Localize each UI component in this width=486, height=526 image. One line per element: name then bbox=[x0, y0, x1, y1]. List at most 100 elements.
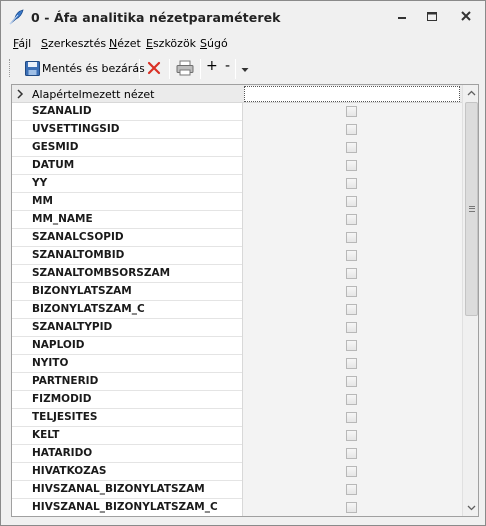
menu-edit[interactable]: Szerkesztés bbox=[41, 37, 106, 50]
visibility-checkbox[interactable] bbox=[346, 196, 357, 207]
visibility-checkbox[interactable] bbox=[346, 124, 357, 135]
visibility-checkbox[interactable] bbox=[346, 502, 357, 513]
menu-help[interactable]: Súgó bbox=[200, 37, 228, 50]
field-name: YY bbox=[12, 175, 243, 193]
scroll-up-arrow-icon[interactable] bbox=[463, 85, 479, 102]
visibility-checkbox[interactable] bbox=[346, 484, 357, 495]
visibility-checkbox[interactable] bbox=[346, 376, 357, 387]
grid-row[interactable]: GESMID bbox=[12, 139, 462, 157]
grid-row[interactable]: HIVSZANAL_BIZONYLATSZAM bbox=[12, 481, 462, 499]
grid-row[interactable]: SZANALTOMBSORSZAM bbox=[12, 265, 462, 283]
visibility-checkbox[interactable] bbox=[346, 394, 357, 405]
toolbar-separator bbox=[200, 59, 201, 79]
title-bar[interactable]: 0 - Áfa analitika nézetparaméterek bbox=[1, 1, 485, 33]
default-view-value[interactable] bbox=[244, 86, 460, 102]
visibility-checkbox[interactable] bbox=[346, 268, 357, 279]
menu-tools[interactable]: Eszközök bbox=[146, 37, 196, 50]
grid-row[interactable]: HIVSZANAL_BIZONYLATSZAM_C bbox=[12, 499, 462, 516]
visibility-checkbox[interactable] bbox=[346, 322, 357, 333]
remove-button[interactable]: - bbox=[225, 58, 230, 74]
field-value-cell bbox=[243, 193, 462, 211]
grid-row[interactable]: UVSETTINGSID bbox=[12, 121, 462, 139]
visibility-checkbox[interactable] bbox=[346, 106, 357, 117]
field-value-cell bbox=[243, 283, 462, 301]
grid-row[interactable]: BIZONYLATSZAM_C bbox=[12, 301, 462, 319]
toolbar-separator bbox=[139, 59, 140, 79]
visibility-checkbox[interactable] bbox=[346, 448, 357, 459]
grid-row[interactable]: SZANALTYPID bbox=[12, 319, 462, 337]
field-name: DATUM bbox=[12, 157, 243, 175]
chevron-down-icon[interactable] bbox=[238, 59, 252, 79]
field-value-cell bbox=[243, 319, 462, 337]
field-name: SZANALTOMBSORSZAM bbox=[12, 265, 243, 283]
grid-row[interactable]: NAPLOID bbox=[12, 337, 462, 355]
visibility-checkbox[interactable] bbox=[346, 466, 357, 477]
printer-icon[interactable] bbox=[176, 60, 194, 76]
toolbar-grip[interactable] bbox=[9, 59, 12, 77]
red-x-delete-icon[interactable] bbox=[146, 60, 162, 76]
grid-row[interactable]: SZANALID bbox=[12, 103, 462, 121]
grid-row[interactable]: DATUM bbox=[12, 157, 462, 175]
field-value-cell bbox=[243, 337, 462, 355]
grid-row[interactable]: NYITO bbox=[12, 355, 462, 373]
field-name: GESMID bbox=[12, 139, 243, 157]
field-value-cell bbox=[243, 175, 462, 193]
field-value-cell bbox=[243, 211, 462, 229]
chevron-right-icon[interactable] bbox=[15, 88, 25, 100]
floppy-disk-icon[interactable] bbox=[25, 61, 40, 76]
grid-row[interactable]: SZANALCSOPID bbox=[12, 229, 462, 247]
field-value-cell bbox=[243, 247, 462, 265]
vertical-scrollbar[interactable] bbox=[462, 85, 479, 516]
field-name: HIVSZANAL_BIZONYLATSZAM_C bbox=[12, 499, 243, 516]
visibility-checkbox[interactable] bbox=[346, 430, 357, 441]
visibility-checkbox[interactable] bbox=[346, 358, 357, 369]
property-grid: Alapértelmezett nézet SZANALID UVSETTINGS… bbox=[11, 84, 479, 517]
add-button[interactable]: + bbox=[206, 58, 218, 74]
save-and-close-button[interactable]: Mentés és bezárás bbox=[42, 62, 145, 75]
feather-pen-icon bbox=[9, 9, 24, 25]
grid-row[interactable]: PARTNERID bbox=[12, 373, 462, 391]
field-name: TELJESITES bbox=[12, 409, 243, 427]
scrollbar-thumb[interactable] bbox=[465, 102, 478, 316]
menu-file[interactable]: Fájl bbox=[13, 37, 31, 50]
grid-row[interactable]: YY bbox=[12, 175, 462, 193]
close-icon[interactable] bbox=[453, 7, 479, 27]
maximize-icon[interactable] bbox=[419, 7, 445, 27]
window-title: 0 - Áfa analitika nézetparaméterek bbox=[31, 10, 281, 25]
field-name: NAPLOID bbox=[12, 337, 243, 355]
grid-row[interactable]: HIVATKOZAS bbox=[12, 463, 462, 481]
grid-rows: SZANALID UVSETTINGSID GESMID DATUM YY MM MM_NA… bbox=[12, 103, 462, 516]
toolbar-separator bbox=[235, 59, 236, 79]
field-value-cell bbox=[243, 445, 462, 463]
visibility-checkbox[interactable] bbox=[346, 214, 357, 225]
visibility-checkbox[interactable] bbox=[346, 250, 357, 261]
scroll-down-arrow-icon[interactable] bbox=[463, 499, 479, 516]
grid-header-row[interactable]: Alapértelmezett nézet bbox=[12, 85, 462, 103]
grid-row[interactable]: SZANALTOMBID bbox=[12, 247, 462, 265]
field-name: UVSETTINGSID bbox=[12, 121, 243, 139]
grid-row[interactable]: BIZONYLATSZAM bbox=[12, 283, 462, 301]
grid-row[interactable]: TELJESITES bbox=[12, 409, 462, 427]
minimize-icon[interactable] bbox=[389, 7, 415, 27]
grid-row[interactable]: MM_NAME bbox=[12, 211, 462, 229]
field-name: PARTNERID bbox=[12, 373, 243, 391]
field-name: HATARIDO bbox=[12, 445, 243, 463]
visibility-checkbox[interactable] bbox=[346, 232, 357, 243]
field-value-cell bbox=[243, 265, 462, 283]
visibility-checkbox[interactable] bbox=[346, 412, 357, 423]
grid-row[interactable]: MM bbox=[12, 193, 462, 211]
field-value-cell bbox=[243, 355, 462, 373]
visibility-checkbox[interactable] bbox=[346, 340, 357, 351]
grid-row[interactable]: FIZMODID bbox=[12, 391, 462, 409]
visibility-checkbox[interactable] bbox=[346, 286, 357, 297]
menu-view[interactable]: Nézet bbox=[109, 37, 141, 50]
visibility-checkbox[interactable] bbox=[346, 160, 357, 171]
grid-row[interactable]: KELT bbox=[12, 427, 462, 445]
field-name: KELT bbox=[12, 427, 243, 445]
visibility-checkbox[interactable] bbox=[346, 142, 357, 153]
visibility-checkbox[interactable] bbox=[346, 304, 357, 315]
field-value-cell bbox=[243, 229, 462, 247]
grid-row[interactable]: HATARIDO bbox=[12, 445, 462, 463]
field-name: HIVATKOZAS bbox=[12, 463, 243, 481]
visibility-checkbox[interactable] bbox=[346, 178, 357, 189]
